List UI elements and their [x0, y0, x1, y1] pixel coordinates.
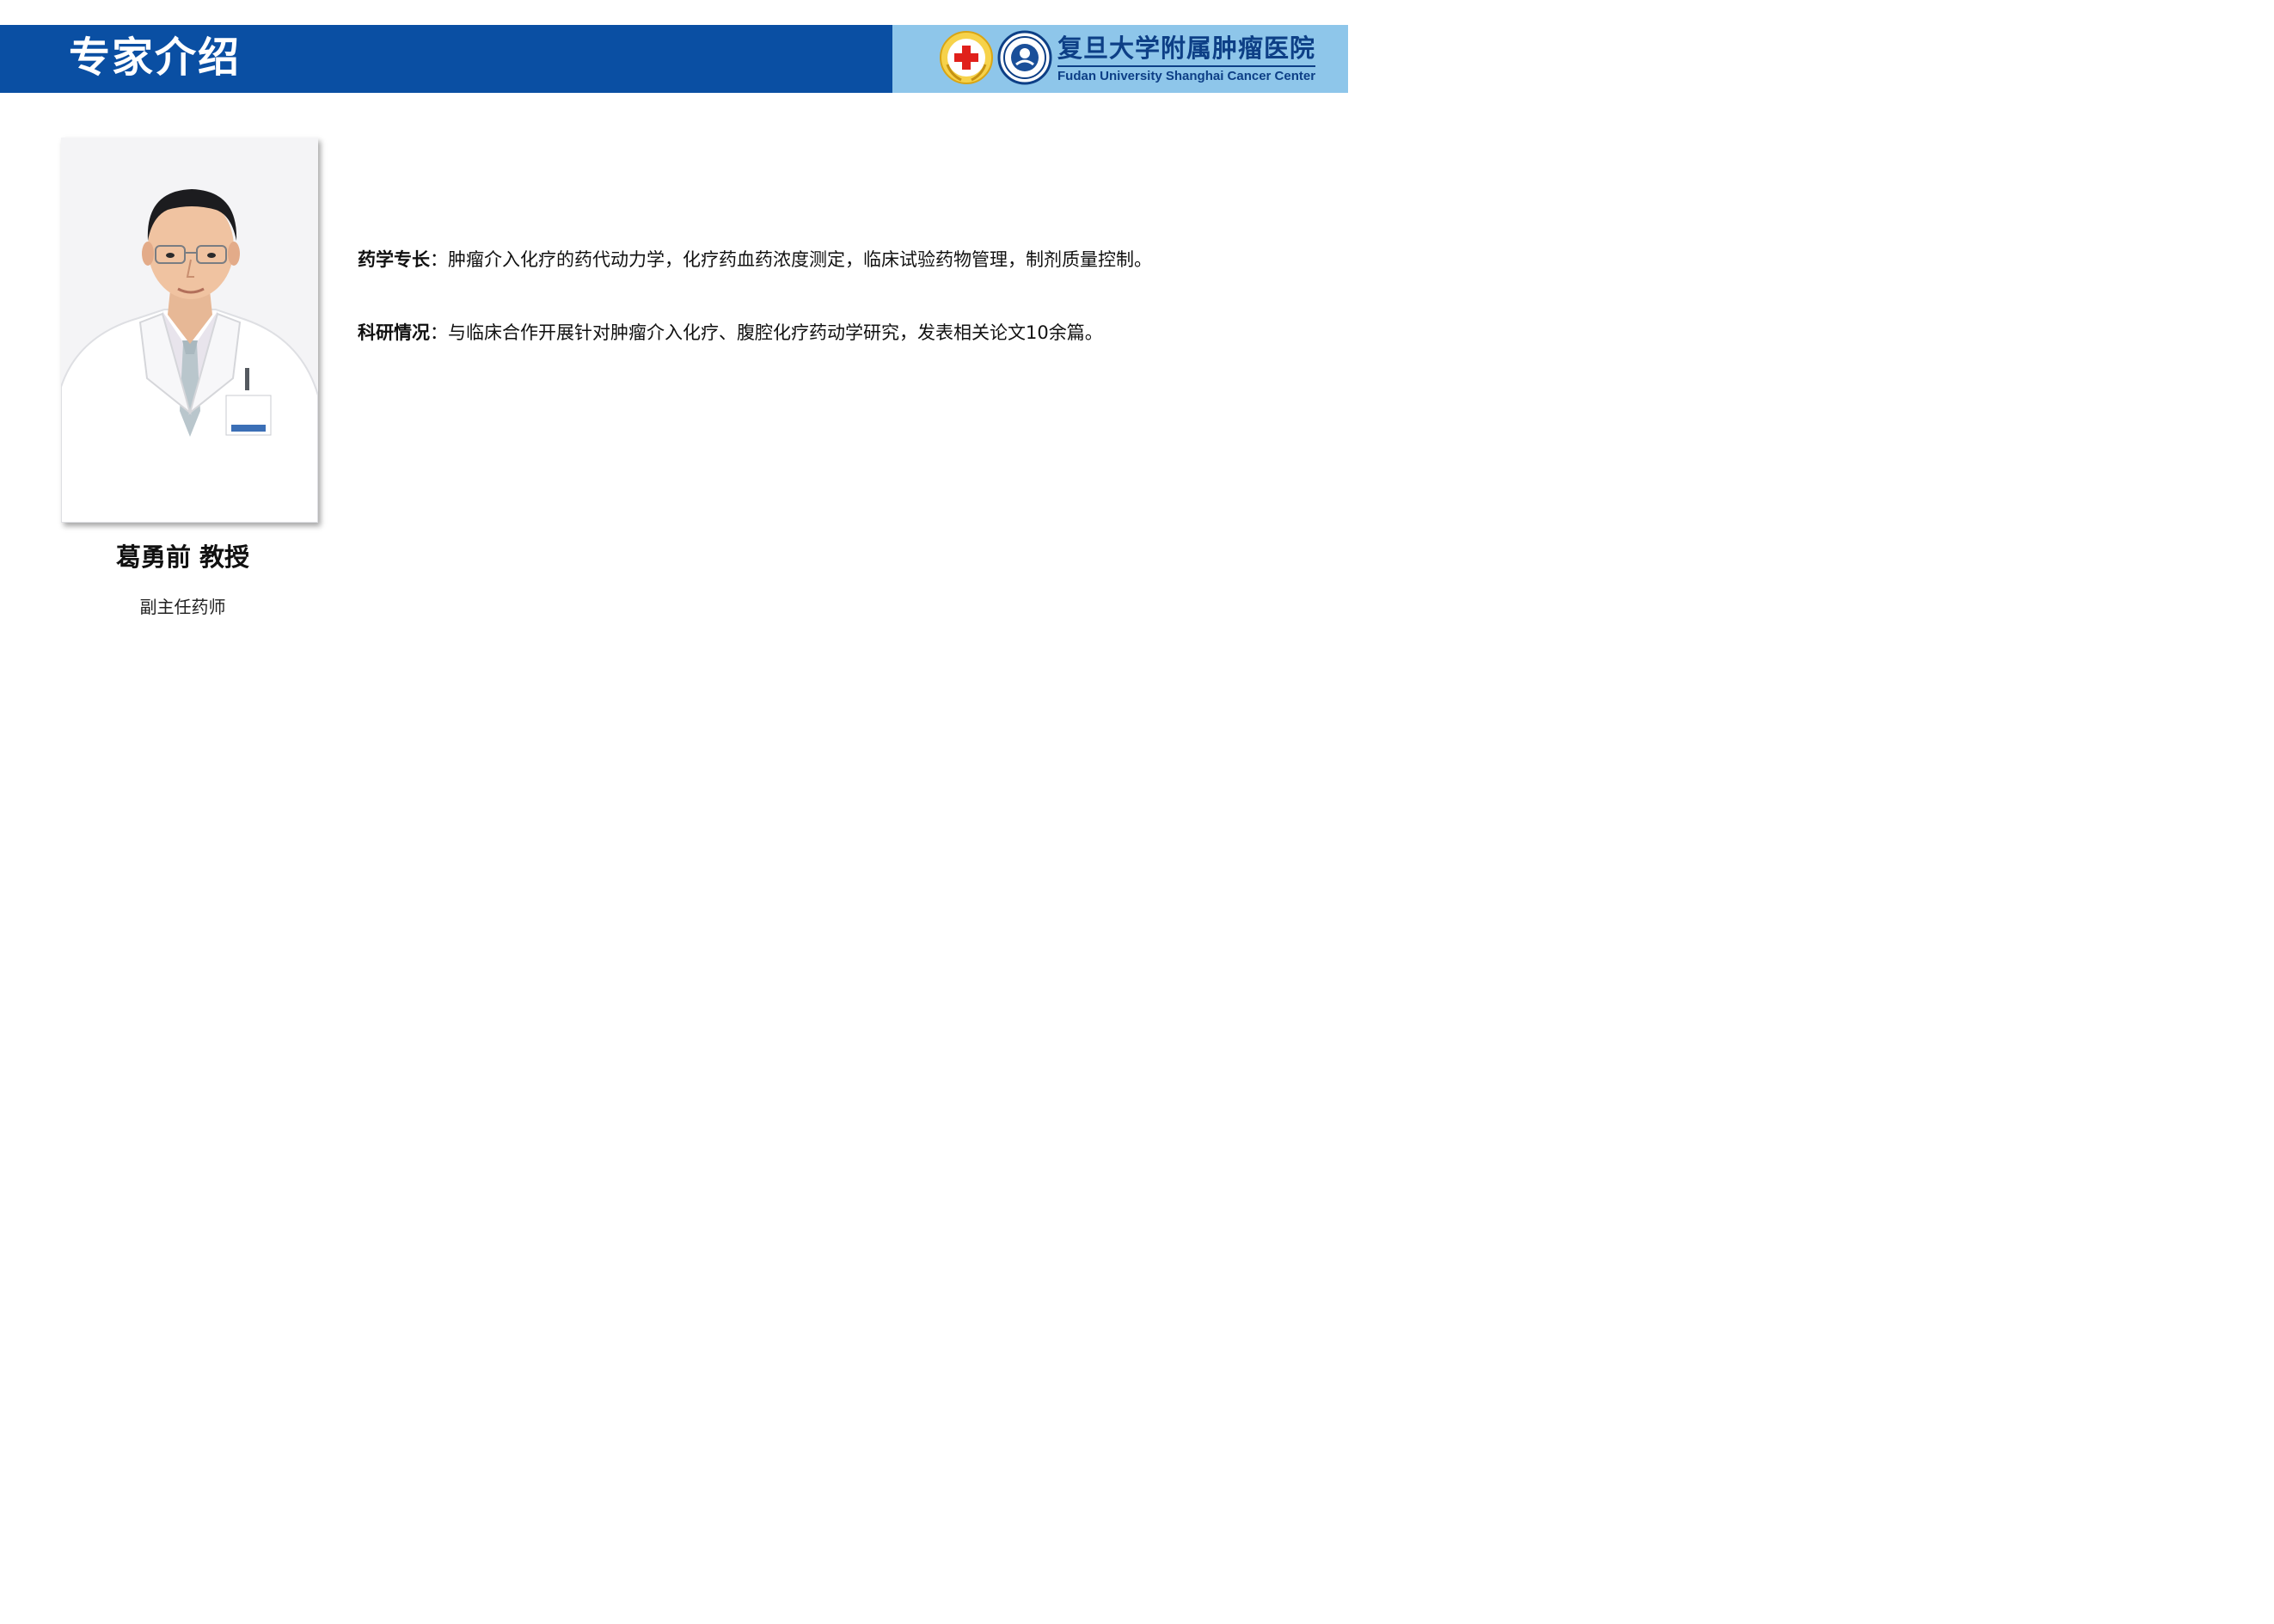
header-blue-band: 专家介绍 — [0, 25, 892, 93]
research-line: 科研情况：与临床合作开展针对肿瘤介入化疗、腹腔化疗药动学研究，发表相关论文10余… — [358, 320, 1103, 346]
hospital-name-cn: 复旦大学附属肿瘤医院 — [1057, 34, 1316, 63]
research-text: ：与临床合作开展针对肿瘤介入化疗、腹腔化疗药动学研究，发表相关论文10余篇。 — [430, 322, 1103, 343]
page-header: 专家介绍 复旦大学附属肿瘤医院 Fudan University Shangha… — [0, 25, 1348, 93]
specialty-text: ：肿瘤介入化疗的药代动力学，化疗药血药浓度测定，临床试验药物管理，制剂质量控制。 — [430, 249, 1152, 270]
school-emblem-icon — [997, 30, 1052, 85]
page-title: 专家介绍 — [69, 34, 242, 82]
hospital-name-en: Fudan University Shanghai Cancer Center — [1057, 69, 1316, 83]
red-cross-emblem-icon — [940, 31, 993, 84]
specialty-label: 药学专长 — [358, 249, 430, 270]
portrait-illustration — [61, 138, 318, 523]
specialty-line: 药学专长：肿瘤介入化疗的药代动力学，化疗药血药浓度测定，临床试验药物管理，制剂质… — [358, 247, 1152, 273]
hospital-logo: 复旦大学附属肿瘤医院 Fudan University Shanghai Can… — [937, 28, 1324, 89]
research-label: 科研情况 — [358, 322, 430, 343]
expert-title: 副主任药师 — [139, 597, 226, 617]
expert-name: 葛勇前 教授 — [115, 542, 250, 572]
hospital-name-divider — [1057, 65, 1315, 67]
expert-portrait-photo — [61, 138, 318, 523]
